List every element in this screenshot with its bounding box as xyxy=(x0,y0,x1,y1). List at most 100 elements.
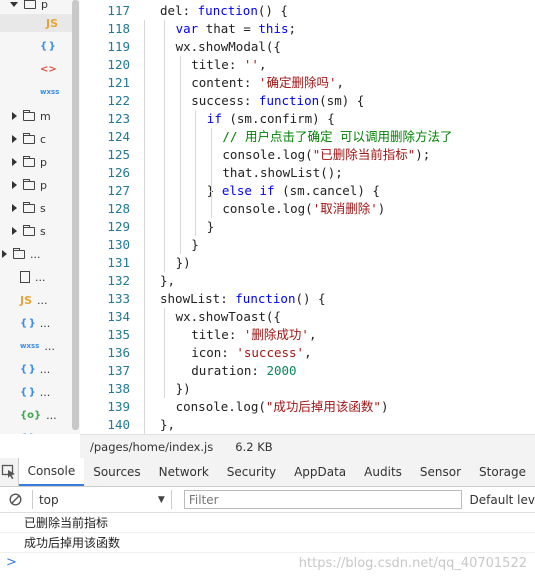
line-number: 130 xyxy=(107,237,130,252)
console-prompt-icon[interactable]: > xyxy=(6,555,17,570)
code-line[interactable]: }, xyxy=(160,272,175,290)
tab-sources[interactable]: Sources xyxy=(84,458,149,486)
file-size: 6.2 KB xyxy=(235,439,273,454)
wxss-file-icon: wxss xyxy=(20,342,40,350)
indent-guide xyxy=(179,56,181,254)
folder-icon xyxy=(23,109,35,121)
code-line[interactable]: wx.showToast({ xyxy=(176,308,281,326)
tree-item[interactable]: wxss... xyxy=(20,337,55,355)
indent-guide xyxy=(210,128,212,200)
tab-audits[interactable]: Audits xyxy=(355,458,411,486)
console-message-text: 成功后掉用该函数 xyxy=(24,536,121,550)
chevron-right-icon[interactable] xyxy=(12,112,17,120)
code-line[interactable]: title: '', xyxy=(191,56,266,74)
tab-sensor[interactable]: Sensor xyxy=(411,458,470,486)
tree-item[interactable]: {o}... xyxy=(20,406,57,424)
log-levels-selector[interactable]: Default lev xyxy=(470,493,535,507)
code-line[interactable]: that.showList(); xyxy=(222,164,342,182)
clear-console-icon[interactable] xyxy=(0,493,32,506)
tree-item-label: p xyxy=(40,178,47,192)
folder-icon xyxy=(23,178,35,190)
code-line[interactable]: }) xyxy=(176,380,191,398)
tree-item[interactable]: p xyxy=(12,176,47,194)
tree-item[interactable]: m xyxy=(12,107,51,125)
tree-item[interactable]: ... xyxy=(20,268,46,286)
line-number: 140 xyxy=(107,417,130,432)
tab-network[interactable]: Network xyxy=(150,458,218,486)
tree-item[interactable]: { } xyxy=(40,37,60,55)
indent-guide xyxy=(210,200,212,218)
code-line[interactable]: console.log("成功后掉用该函数") xyxy=(176,398,389,416)
inspect-element-icon[interactable] xyxy=(0,458,19,486)
tree-item-label: ... xyxy=(46,408,57,422)
tab-appdata[interactable]: AppData xyxy=(285,458,355,486)
tree-item[interactable]: JS... xyxy=(20,291,48,309)
context-selector[interactable]: top ▼ xyxy=(31,490,172,509)
code-line[interactable]: } xyxy=(191,236,199,254)
line-number: 138 xyxy=(107,381,130,396)
tree-item[interactable]: p xyxy=(12,153,47,171)
line-number: 117 xyxy=(107,3,130,18)
code-line[interactable]: icon: 'success', xyxy=(191,344,311,362)
line-number: 128 xyxy=(107,201,130,216)
console-message: 已删除当前指标 xyxy=(0,513,535,533)
indent-guide xyxy=(164,308,165,398)
tree-item[interactable]: s xyxy=(12,222,46,240)
tab-storage[interactable]: Storage xyxy=(470,458,535,486)
filter-placeholder: Filter xyxy=(188,492,219,507)
line-number-gutter: 117 118 119 120 121 122 123 124 125 126 127 128 129 1… xyxy=(80,0,130,434)
tree-item[interactable]: <> xyxy=(40,60,62,78)
filter-input[interactable]: Filter xyxy=(183,490,462,509)
tree-item[interactable]: s xyxy=(12,199,46,217)
tree-item-label: s xyxy=(40,224,46,238)
code-line[interactable]: } xyxy=(207,218,215,236)
chevron-right-icon[interactable] xyxy=(12,227,17,235)
code-line[interactable]: }, xyxy=(160,416,175,434)
chevron-down-icon[interactable] xyxy=(10,1,18,7)
tree-item[interactable]: ... xyxy=(2,245,41,263)
code-line[interactable]: var that = this; xyxy=(176,20,296,38)
chevron-right-icon[interactable] xyxy=(12,181,17,189)
code-line[interactable]: console.log("已删除当前指标"); xyxy=(222,146,430,164)
chevron-right-icon[interactable] xyxy=(12,158,17,166)
code-editor[interactable]: 117 118 119 120 121 122 123 124 125 126 127 128 129 1… xyxy=(80,0,535,434)
tree-item-label: ... xyxy=(35,270,46,284)
code-line[interactable]: success: function(sm) { xyxy=(191,92,364,110)
tree-item[interactable]: { }... xyxy=(20,429,51,435)
file-tree-scrollbar[interactable] xyxy=(72,0,79,430)
code-line[interactable]: wx.showModal({ xyxy=(176,38,281,56)
console-message: 成功后掉用该函数 xyxy=(0,533,535,553)
chevron-right-icon[interactable] xyxy=(12,204,17,212)
tree-item[interactable]: p xyxy=(10,0,48,13)
tree-item[interactable]: { }... xyxy=(20,360,50,378)
tree-item[interactable]: c xyxy=(12,130,46,148)
line-number: 126 xyxy=(107,165,130,180)
folder-icon xyxy=(24,0,36,9)
code-line[interactable]: console.log('取消删除') xyxy=(222,200,385,218)
tree-item[interactable]: { }... xyxy=(20,383,50,401)
tree-item[interactable]: { }... xyxy=(20,314,50,332)
code-line[interactable]: title: '删除成功', xyxy=(191,326,316,344)
chevron-right-icon[interactable] xyxy=(2,250,7,258)
code-line[interactable]: content: '确定删除吗', xyxy=(191,74,344,92)
code-line[interactable]: if (sm.confirm) { xyxy=(207,110,335,128)
code-line[interactable]: del: function() { xyxy=(160,2,288,20)
tree-item-label: ... xyxy=(30,247,41,261)
code-line[interactable]: duration: 2000 xyxy=(191,362,296,380)
tree-item[interactable]: JS xyxy=(0,14,72,32)
code-line[interactable]: // 用户点击了确定 可以调用删除方法了 xyxy=(222,128,452,146)
chevron-right-icon[interactable] xyxy=(12,135,17,143)
file-icon xyxy=(20,271,30,283)
indent-guide xyxy=(195,110,197,236)
tree-item-label: ... xyxy=(40,432,51,435)
devtools-tabs: Console Sources Network Security AppData Audi… xyxy=(18,458,535,486)
js-file-icon: JS xyxy=(20,293,33,307)
code-line[interactable]: } else if (sm.cancel) { xyxy=(207,182,380,200)
tab-security[interactable]: Security xyxy=(218,458,285,486)
component-icon: {o} xyxy=(20,409,42,421)
tree-item-label: p xyxy=(40,155,47,169)
code-line[interactable]: }) xyxy=(176,254,191,272)
tab-console[interactable]: Console xyxy=(18,458,85,486)
tree-item[interactable]: wxss xyxy=(40,83,64,101)
code-line[interactable]: showList: function() { xyxy=(160,290,326,308)
